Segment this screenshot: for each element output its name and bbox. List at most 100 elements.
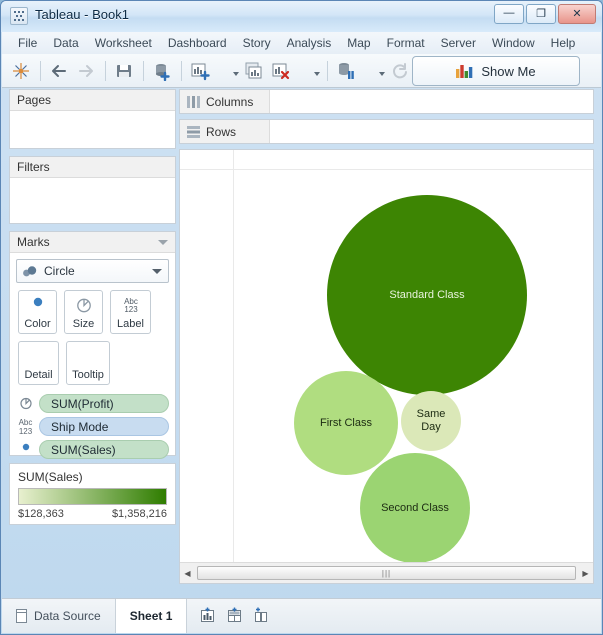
pages-card: Pages <box>9 89 176 149</box>
menu-map[interactable]: Map <box>339 33 378 53</box>
color-button-label: Color <box>24 318 50 330</box>
menu-help[interactable]: Help <box>543 33 584 53</box>
detail-button-label: Detail <box>24 369 52 381</box>
data-source-label: Data Source <box>34 609 101 623</box>
sheet-tab-label: Sheet 1 <box>130 609 173 623</box>
new-worksheet-icon[interactable] <box>187 58 213 84</box>
menu-analysis[interactable]: Analysis <box>279 33 340 53</box>
mark-type-dropdown[interactable]: Circle <box>16 259 169 283</box>
rows-label-text: Rows <box>206 125 236 139</box>
bubble-mark[interactable]: Second Class <box>360 453 470 562</box>
menu-story[interactable]: Story <box>235 33 279 53</box>
menu-file[interactable]: File <box>10 33 45 53</box>
scroll-right-arrow[interactable]: ▶ <box>578 569 593 578</box>
abc-123-icon: Abc123 <box>17 418 34 436</box>
bubble-mark[interactable]: First Class <box>294 371 398 475</box>
bubble-mark[interactable]: Standard Class <box>327 195 527 395</box>
menu-bar: File Data Worksheet Dashboard Story Anal… <box>2 32 601 54</box>
show-me-button[interactable]: Show Me <box>412 56 580 86</box>
horizontal-scrollbar[interactable]: ◀ ||| ▶ <box>180 562 593 583</box>
bubble-mark[interactable]: Same Day <box>401 391 461 451</box>
filters-shelf[interactable] <box>10 178 175 223</box>
filters-header: Filters <box>10 157 175 178</box>
tooltip-button-label: Tooltip <box>72 369 104 381</box>
tableau-window: Tableau - Book1 — ❐ ✕ File Data Workshee… <box>0 0 603 635</box>
marks-buttons-row-1: Color Size Abc 123 <box>10 290 175 341</box>
menu-worksheet[interactable]: Worksheet <box>87 33 160 53</box>
data-source-icon <box>16 609 27 623</box>
window-controls: — ❐ ✕ <box>494 4 596 24</box>
close-button[interactable]: ✕ <box>558 4 596 24</box>
bubble-label: Same Day <box>410 408 452 434</box>
pages-shelf[interactable] <box>10 111 175 148</box>
show-me-bars-icon <box>456 64 474 78</box>
marks-buttons-row-2: Detail Tooltip <box>10 341 175 392</box>
bubble-chart-canvas[interactable]: Standard Class First Class Same Day Second … <box>180 150 593 562</box>
mark-pill-size: SUM(Profit) <box>10 392 175 415</box>
new-story-icon[interactable] <box>253 607 270 626</box>
menu-dashboard[interactable]: Dashboard <box>160 33 235 53</box>
size-button-label: Size <box>73 318 94 330</box>
sheet-tab-sheet1[interactable]: Sheet 1 <box>116 599 188 633</box>
marks-header: Marks <box>10 232 175 253</box>
legend-gradient-bar <box>18 488 167 505</box>
add-data-source-icon[interactable] <box>149 58 175 84</box>
color-palette-icon <box>17 442 34 458</box>
filters-title: Filters <box>17 160 50 174</box>
tooltip-button[interactable]: Tooltip <box>66 341 110 385</box>
legend-title: SUM(Sales) <box>18 470 167 484</box>
worksheet-area: Columns Rows Standard Class First Class Sa… <box>179 89 594 584</box>
forward-arrow-icon <box>73 58 99 84</box>
toolbar: Show Me <box>2 54 601 88</box>
columns-shelf[interactable]: Columns <box>179 89 594 114</box>
new-worksheet-icon[interactable] <box>199 607 216 626</box>
clear-sheet-dropdown[interactable] <box>295 58 321 84</box>
pause-updates-icon[interactable] <box>333 58 359 84</box>
legend-min-value: $128,363 <box>18 508 64 520</box>
scrollbar-track[interactable]: ||| <box>195 566 578 580</box>
menu-format[interactable]: Format <box>379 33 433 53</box>
vertical-divider <box>233 150 234 562</box>
rows-shelf[interactable]: Rows <box>179 119 594 144</box>
svg-text:123: 123 <box>124 305 138 314</box>
horizontal-divider <box>180 169 593 170</box>
pill-ship-mode[interactable]: Ship Mode <box>39 417 169 436</box>
pill-sum-profit[interactable]: SUM(Profit) <box>39 394 169 413</box>
scroll-left-arrow[interactable]: ◀ <box>180 569 195 578</box>
bubble-label: Standard Class <box>389 289 464 302</box>
maximize-button[interactable]: ❐ <box>526 4 556 24</box>
label-button[interactable]: Abc 123 Label <box>110 290 151 334</box>
menu-data[interactable]: Data <box>45 33 86 53</box>
data-source-tab[interactable]: Data Source <box>2 599 116 633</box>
title-bar: Tableau - Book1 — ❐ ✕ <box>1 1 602 32</box>
back-arrow-icon[interactable] <box>46 58 72 84</box>
maximize-icon: ❐ <box>527 7 555 20</box>
new-object-buttons <box>187 599 282 633</box>
color-button[interactable]: Color <box>18 290 57 334</box>
size-button[interactable]: Size <box>64 290 103 334</box>
save-icon[interactable] <box>111 58 137 84</box>
pause-updates-dropdown[interactable] <box>360 58 386 84</box>
detail-button[interactable]: Detail <box>18 341 59 385</box>
refresh-icon <box>387 58 413 84</box>
color-palette-icon <box>28 291 48 318</box>
duplicate-sheet-icon[interactable] <box>241 58 267 84</box>
tableau-logo-icon <box>10 7 28 25</box>
show-me-label: Show Me <box>481 64 535 79</box>
scrollbar-thumb[interactable]: ||| <box>197 566 576 580</box>
status-bar: Data Source Sheet 1 <box>2 598 601 633</box>
pill-sum-sales[interactable]: SUM(Sales) <box>39 440 169 459</box>
chevron-down-icon[interactable] <box>158 240 168 245</box>
label-button-label: Label <box>117 318 144 330</box>
pages-title: Pages <box>17 93 51 107</box>
new-dashboard-icon[interactable] <box>226 607 243 626</box>
minimize-button[interactable]: — <box>494 4 524 24</box>
columns-label-text: Columns <box>206 95 253 109</box>
tableau-sparkle-icon[interactable] <box>8 58 34 84</box>
clear-sheet-icon[interactable] <box>268 58 294 84</box>
menu-server[interactable]: Server <box>433 33 484 53</box>
menu-window[interactable]: Window <box>484 33 543 53</box>
mark-type-value: Circle <box>44 264 75 278</box>
window-title: Tableau - Book1 <box>35 7 129 22</box>
new-worksheet-dropdown[interactable] <box>214 58 240 84</box>
